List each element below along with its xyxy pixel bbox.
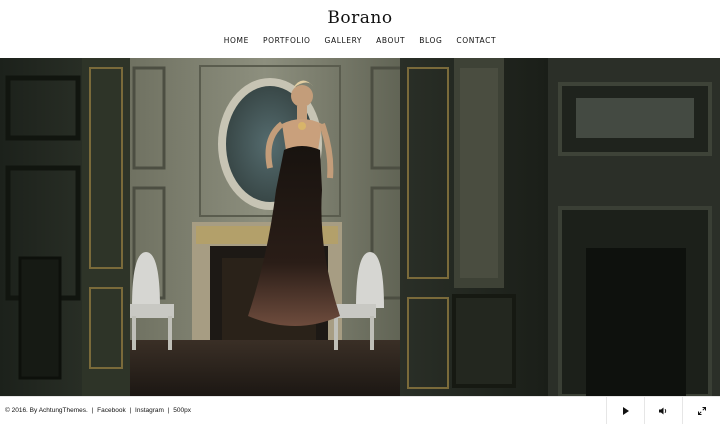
play-icon: [622, 407, 629, 415]
footer-link-facebook[interactable]: Facebook: [97, 407, 126, 414]
site-logo[interactable]: Borano: [0, 8, 720, 28]
footer-credits: © 2016. By AchtungThemes. | Facebook | I…: [5, 407, 191, 414]
site-footer: © 2016. By AchtungThemes. | Facebook | I…: [0, 396, 720, 424]
background-video[interactable]: [0, 58, 720, 396]
fullscreen-button[interactable]: [682, 397, 720, 424]
nav-item-home[interactable]: HOME: [217, 36, 256, 45]
footer-link-500px[interactable]: 500px: [173, 407, 191, 414]
video-controls: [606, 397, 720, 424]
nav-item-blog[interactable]: BLOG: [412, 36, 449, 45]
volume-button[interactable]: [644, 397, 682, 424]
play-button[interactable]: [606, 397, 644, 424]
nav-item-contact[interactable]: CONTACT: [449, 36, 503, 45]
copyright-text: © 2016. By AchtungThemes.: [5, 407, 88, 414]
nav-item-about[interactable]: ABOUT: [369, 36, 412, 45]
nav-item-gallery[interactable]: GALLERY: [318, 36, 370, 45]
separator: |: [91, 407, 94, 414]
fullscreen-icon: [697, 407, 706, 415]
separator: |: [129, 407, 132, 414]
volume-icon: [659, 407, 667, 415]
nav-item-portfolio[interactable]: PORTFOLIO: [256, 36, 318, 45]
footer-link-instagram[interactable]: Instagram: [135, 407, 164, 414]
separator: |: [167, 407, 170, 414]
main-nav: HOME PORTFOLIO GALLERY ABOUT BLOG CONTAC…: [0, 36, 720, 45]
site-header: Borano HOME PORTFOLIO GALLERY ABOUT BLOG…: [0, 0, 720, 58]
video-frame: [0, 58, 720, 396]
